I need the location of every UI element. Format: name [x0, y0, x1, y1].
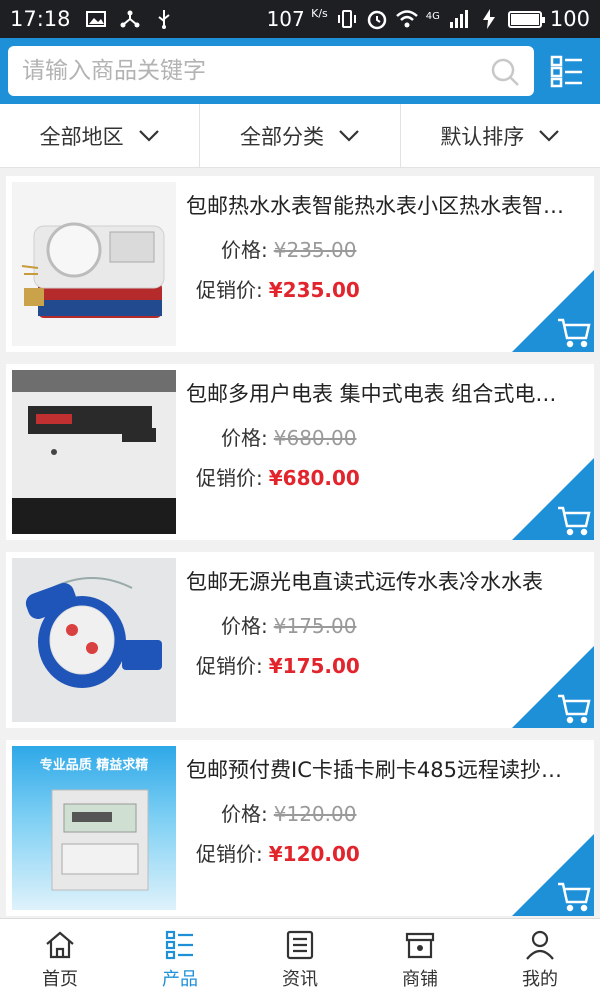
- promo-price: ¥175.00: [268, 654, 360, 678]
- chevron-down-icon: [539, 129, 560, 142]
- tab-store[interactable]: 商铺: [360, 919, 480, 1000]
- price-label: 价格:: [221, 426, 268, 450]
- wifi-icon: [395, 10, 418, 28]
- product-title[interactable]: 包邮热水水表智能热水表小区热水表智能IC卡水表: [186, 190, 576, 220]
- product-card[interactable]: 专业品质 精益求精 包邮预付费IC卡插卡刷卡485远程读抄电表 价格: ¥120.…: [6, 740, 594, 916]
- add-to-cart-button[interactable]: [512, 834, 594, 916]
- charging-icon: [482, 9, 495, 29]
- network-type: 4G: [425, 11, 440, 22]
- list-icon: [165, 930, 193, 959]
- price-label: 价格:: [221, 802, 268, 826]
- tab-products-label: 产品: [162, 968, 198, 990]
- usb-icon: [157, 10, 170, 29]
- tab-products[interactable]: 产品: [120, 919, 240, 1000]
- filter-region-label: 全部地区: [39, 124, 124, 149]
- bottom-tab-bar: 首页 产品 资讯 商铺 我的: [0, 918, 600, 1000]
- tab-mine-label: 我的: [522, 968, 558, 990]
- product-card[interactable]: 包邮多用户电表 集中式电表 组合式电表 多户电表 价格:¥680.00 促销价:…: [6, 364, 594, 540]
- network-speed: 107 K/s: [266, 7, 328, 31]
- product-image-water-meter[interactable]: [12, 182, 176, 346]
- price-label: 价格:: [221, 238, 268, 262]
- price-row: 价格: ¥680.00: [221, 422, 356, 451]
- price-row: 价格: ¥120.00: [221, 798, 356, 827]
- product-image-prepaid-meter[interactable]: 专业品质 精益求精: [12, 746, 176, 910]
- promo-row: 促销价: ¥235.00: [196, 274, 360, 303]
- product-card[interactable]: 包邮无源光电直读式远传水表冷水水表 价格: ¥175.00 促销价: ¥175.00: [6, 552, 594, 728]
- filter-category-label: 全部分类: [239, 124, 324, 149]
- news-icon: [286, 930, 314, 959]
- chevron-down-icon: [138, 129, 159, 142]
- filter-region[interactable]: 全部地区: [0, 104, 201, 167]
- original-price: ¥235.00: [273, 238, 357, 262]
- image-icon: [85, 11, 106, 27]
- status-time: 17:18: [10, 7, 71, 31]
- original-price: ¥120.00: [273, 802, 357, 826]
- add-to-cart-button[interactable]: [512, 646, 594, 728]
- search-icon[interactable]: [490, 57, 520, 87]
- tab-news[interactable]: 资讯: [240, 919, 360, 1000]
- search-box[interactable]: [8, 46, 534, 96]
- filter-sort-label: 默认排序: [440, 124, 525, 149]
- original-price: ¥680.00: [273, 426, 357, 450]
- original-price: ¥175.00: [273, 614, 357, 638]
- price-row: 价格: ¥235.00: [221, 234, 356, 263]
- promo-label: 促销价:: [196, 278, 263, 302]
- alarm-icon: [367, 10, 387, 30]
- product-image-multi-meter[interactable]: [12, 370, 176, 534]
- promo-price: ¥120.00: [268, 842, 360, 866]
- filter-bar: 全部地区 全部分类 默认排序: [0, 104, 600, 168]
- promo-row: 促销价: ¥175.00: [196, 650, 360, 679]
- chevron-down-icon: [339, 129, 359, 142]
- price-row: 价格: ¥175.00: [221, 610, 356, 639]
- add-to-cart-button[interactable]: [512, 270, 594, 352]
- promo-label: 促销价:: [196, 842, 263, 866]
- add-to-cart-button[interactable]: [512, 458, 594, 540]
- product-card[interactable]: 包邮热水水表智能热水表小区热水表智能IC卡水表 价格:¥235.00 促销价:¥…: [6, 176, 594, 352]
- price-label: 价格:: [221, 614, 268, 638]
- product-list: 包邮热水水表智能热水表小区热水表智能IC卡水表 价格:¥235.00 促销价:¥…: [0, 176, 600, 928]
- home-icon: [46, 931, 74, 958]
- promo-row: 促销价: ¥120.00: [196, 838, 360, 867]
- share-icon: [120, 10, 140, 28]
- tab-mine[interactable]: 我的: [480, 919, 600, 1000]
- vibrate-icon: [337, 10, 356, 28]
- tab-home[interactable]: 首页: [0, 919, 120, 1000]
- tab-store-label: 商铺: [402, 968, 438, 990]
- filter-category[interactable]: 全部分类: [200, 104, 401, 167]
- user-icon: [526, 930, 554, 960]
- promo-row: 促销价: ¥680.00: [196, 462, 360, 491]
- tab-home-label: 首页: [42, 968, 78, 990]
- battery-level: 100: [549, 7, 590, 31]
- promo-price: ¥235.00: [268, 278, 360, 302]
- promo-label: 促销价:: [196, 466, 263, 490]
- promo-label: 促销价:: [196, 654, 263, 678]
- battery-icon: [507, 10, 545, 28]
- filter-sort[interactable]: 默认排序: [401, 104, 600, 167]
- signal-icon: [449, 10, 468, 28]
- product-title[interactable]: 包邮多用户电表 集中式电表 组合式电表 多户电表: [186, 378, 576, 408]
- product-title[interactable]: 包邮预付费IC卡插卡刷卡485远程读抄电表: [186, 754, 576, 784]
- search-input[interactable]: [22, 58, 520, 84]
- promo-price: ¥680.00: [268, 466, 360, 490]
- category-menu-icon[interactable]: [550, 54, 584, 88]
- product-image-blue-meter[interactable]: [12, 558, 176, 722]
- status-bar: 17:18 107 K/s 4G 100: [0, 0, 600, 38]
- store-icon: [405, 932, 435, 958]
- product-title[interactable]: 包邮无源光电直读式远传水表冷水水表: [186, 566, 576, 596]
- tab-news-label: 资讯: [282, 968, 318, 990]
- header: [0, 38, 600, 104]
